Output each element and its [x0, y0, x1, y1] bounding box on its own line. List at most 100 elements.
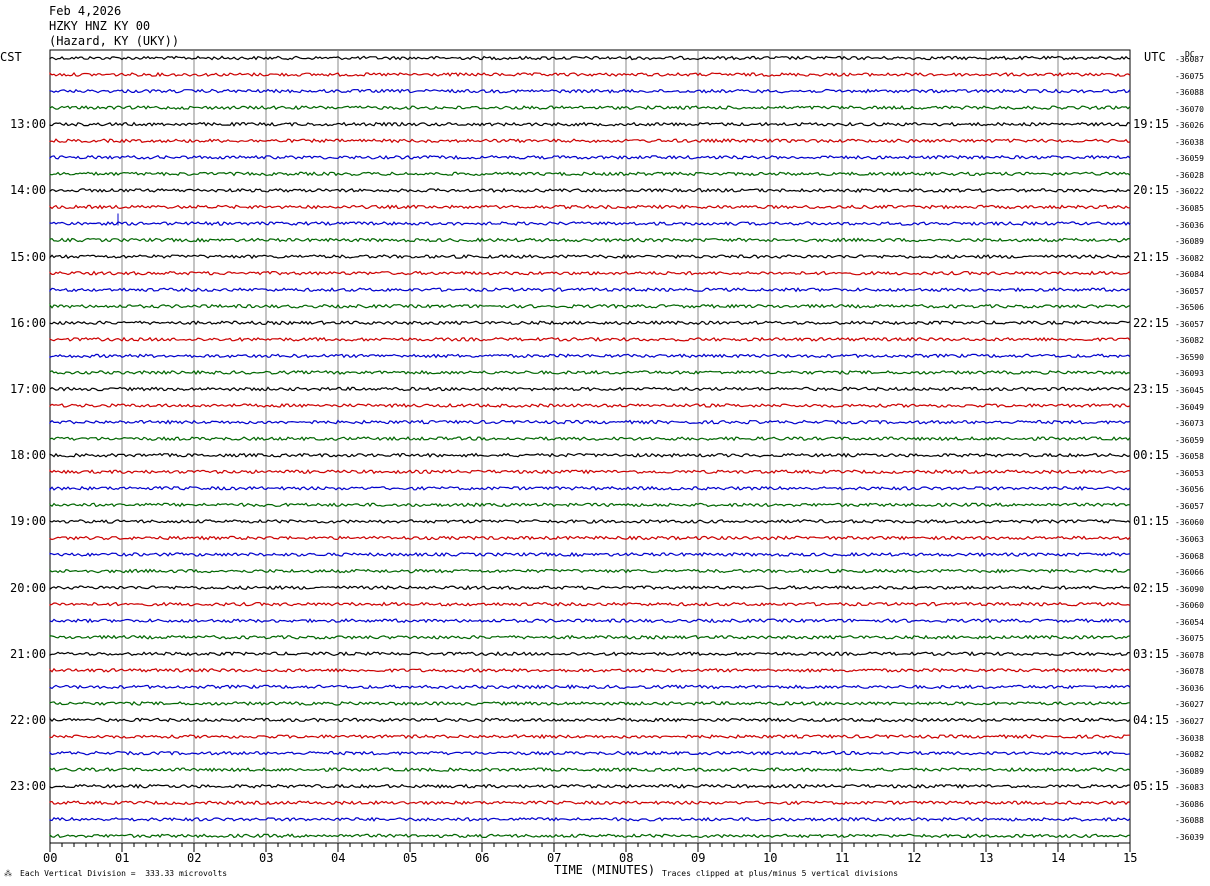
dc-offset-label: -36073	[1175, 419, 1204, 429]
seismic-trace	[49, 55, 1131, 61]
dc-offset-label: -36082	[1175, 336, 1204, 346]
seismic-trace	[49, 700, 1130, 706]
right-hour-label: 05:15	[1133, 779, 1170, 794]
dc-offset-label: -36027	[1175, 717, 1204, 726]
right-hour-label: 20:15	[1133, 183, 1170, 198]
right-hour-label: 02:15	[1133, 580, 1170, 595]
seismic-trace	[49, 320, 1131, 326]
right-hour-label: 04:15	[1133, 713, 1170, 727]
seismic-trace	[49, 766, 1131, 773]
dc-offset-label: -36026	[1175, 121, 1204, 131]
seismic-trace	[49, 353, 1131, 359]
right-hour-label: 19:15	[1133, 117, 1170, 132]
seismic-trace	[49, 369, 1131, 376]
minute-tick-label: 04	[331, 851, 346, 865]
dc-offset-label: -36075	[1175, 634, 1204, 644]
dc-offset-label: -36093	[1175, 369, 1204, 379]
seismic-trace	[49, 716, 1131, 723]
seismic-trace	[49, 833, 1131, 839]
seismic-trace	[49, 303, 1131, 309]
dc-offset-label: -36506	[1175, 303, 1204, 313]
seismic-trace	[49, 71, 1131, 78]
left-hour-label: 21:00	[10, 646, 47, 661]
left-hour-label: 22:00	[10, 713, 47, 727]
seismic-trace	[49, 403, 1131, 409]
dc-offset-label: -36054	[1175, 617, 1204, 627]
dc-offset-label: -36039	[1175, 832, 1204, 842]
minute-tick-label: 01	[115, 851, 130, 865]
footer-right-note: Traces clipped at plus/minus 5 vertical …	[662, 869, 899, 878]
dc-offset-label: -36070	[1175, 104, 1204, 114]
right-hour-label: 00:15	[1133, 448, 1170, 463]
seismic-trace	[49, 634, 1131, 640]
seismic-trace	[49, 518, 1131, 524]
seismic-trace	[49, 121, 1131, 127]
seismic-trace	[49, 800, 1131, 806]
dc-offset-label: -36078	[1175, 667, 1204, 677]
dc-offset-label: -36088	[1175, 88, 1204, 98]
seismic-trace	[49, 750, 1131, 756]
left-hour-label: 19:00	[10, 514, 47, 529]
right-hour-label: 22:15	[1133, 315, 1170, 330]
dc-offset-label: -36038	[1175, 733, 1204, 743]
dc-offset-label: -36088	[1175, 816, 1204, 826]
seismic-trace	[49, 585, 1131, 591]
seismic-trace	[49, 336, 1131, 342]
dc-offset-label: -36038	[1175, 137, 1204, 147]
seismic-trace	[49, 187, 1131, 194]
dc-offset-label: -36078	[1175, 650, 1204, 660]
footer-corner-mark: ⁂	[4, 869, 12, 878]
minute-tick-label: 15	[1123, 851, 1138, 865]
dc-offset-label: -36084	[1175, 270, 1204, 280]
seismic-trace	[49, 618, 1131, 624]
seismic-trace	[49, 171, 1131, 177]
seismic-trace	[49, 651, 1131, 657]
dc-offset-label: -36057	[1175, 501, 1204, 511]
seismic-trace	[49, 287, 1131, 293]
minute-tick-label: 05	[403, 851, 418, 865]
dc-offset-label: -36022	[1175, 187, 1204, 197]
footer-left-note: Each Vertical Division = 333.33 microvol…	[20, 869, 228, 878]
helicorder-plot	[49, 49, 1131, 852]
dc-offset-label: -36082	[1175, 750, 1204, 760]
x-axis-label: TIME (MINUTES)	[554, 863, 656, 877]
minute-tick-label: 02	[187, 851, 202, 865]
dc-offset-label: -36053	[1175, 468, 1204, 478]
dc-offset-label: -36083	[1175, 783, 1204, 793]
minute-tick-label: 11	[835, 851, 850, 865]
left-hour-label: 20:00	[10, 580, 47, 595]
right-hour-label: 01:15	[1133, 514, 1170, 529]
dc-offset-label: -36036	[1175, 220, 1204, 230]
dc-offset-label: -36058	[1175, 452, 1204, 462]
dc-offset-label: -36056	[1175, 485, 1204, 495]
dc-offset-label: -36057	[1175, 286, 1204, 296]
dc-offset-label: -36045	[1175, 386, 1204, 395]
dc-offset-label: -36060	[1175, 518, 1204, 528]
seismic-trace	[49, 105, 1131, 111]
left-hour-label: 23:00	[10, 779, 47, 794]
minute-tick-label: 10	[763, 851, 778, 865]
seismic-trace	[49, 436, 1131, 442]
dc-offset-label: -36068	[1175, 551, 1204, 561]
seismic-trace	[49, 452, 1131, 458]
seismic-trace	[49, 204, 1130, 210]
left-hour-label: 18:00	[10, 448, 47, 463]
seismic-trace	[49, 535, 1131, 541]
seismic-trace	[49, 237, 1131, 243]
dc-offset-label: -36075	[1175, 71, 1204, 81]
left-hour-label: 17:00	[10, 382, 47, 396]
seismic-trace	[49, 783, 1130, 789]
minute-tick-label: 00	[43, 851, 58, 865]
dc-offset-label: -36089	[1175, 237, 1204, 247]
seismic-trace	[49, 386, 1131, 392]
seismic-trace	[49, 816, 1131, 822]
left-hour-label: 15:00	[10, 249, 47, 264]
seismic-trace	[49, 88, 1131, 94]
seismic-trace	[49, 684, 1131, 690]
seismic-trace	[49, 568, 1131, 574]
dc-offset-label: -36085	[1175, 203, 1204, 213]
dc-offset-label: -36060	[1175, 601, 1204, 611]
dc-offset-label: -36590	[1175, 352, 1204, 362]
minute-tick-label: 03	[259, 851, 274, 865]
seismic-trace	[49, 469, 1131, 475]
